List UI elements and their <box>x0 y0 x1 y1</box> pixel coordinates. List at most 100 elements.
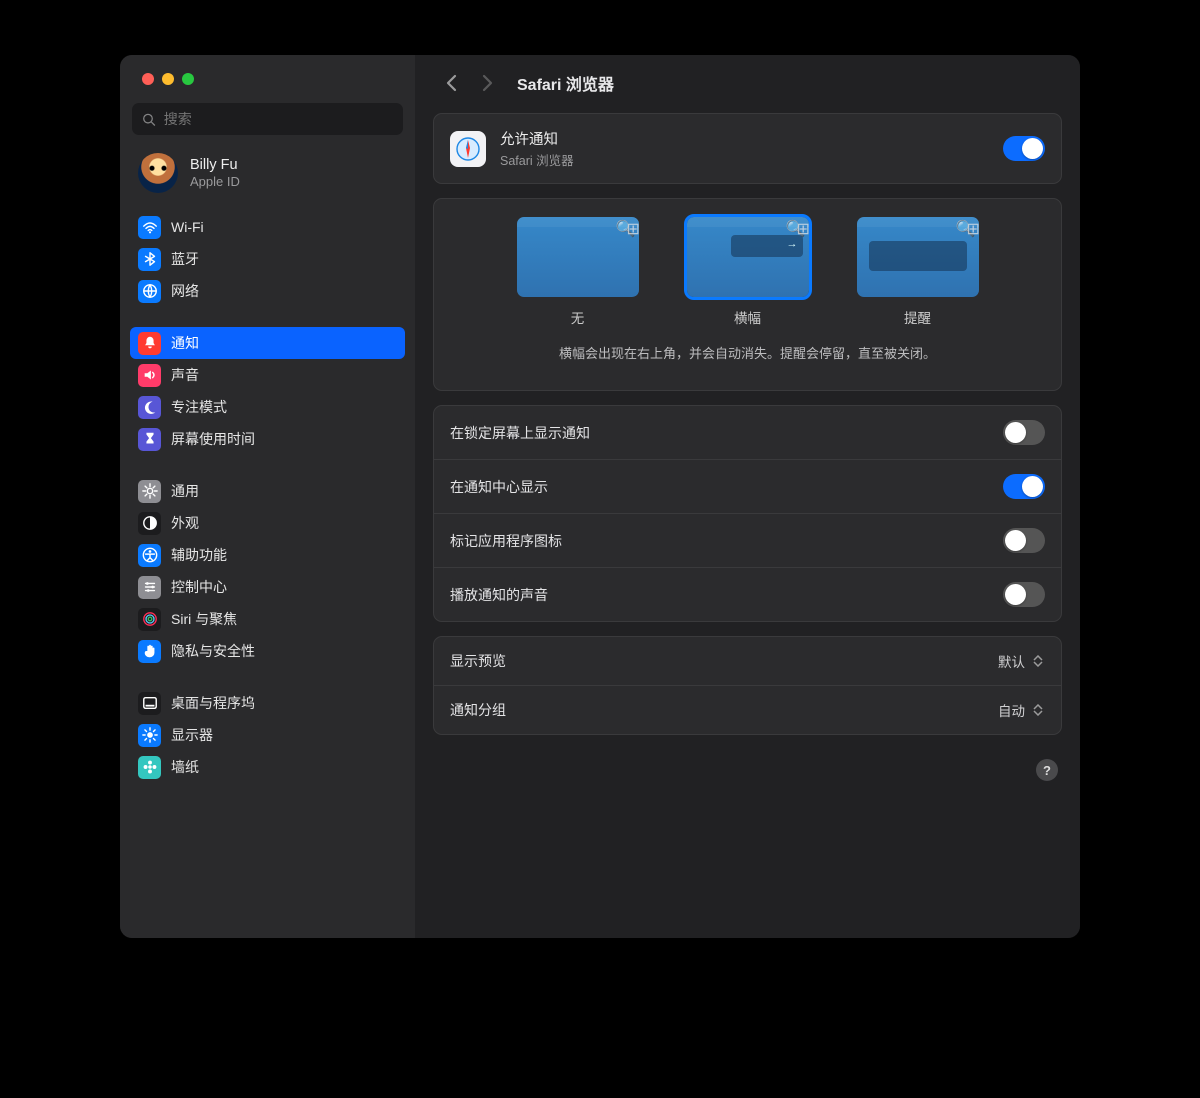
accessibility-icon <box>138 544 161 567</box>
option-toggle[interactable] <box>1003 582 1045 607</box>
option-label: 播放通知的声音 <box>450 585 548 605</box>
sidebar: Billy Fu Apple ID Wi-Fi 蓝牙网络通知声音专注模式屏幕使用时… <box>120 55 415 938</box>
sidebar-item-brightness[interactable]: 显示器 <box>130 719 405 751</box>
apple-id-row[interactable]: Billy Fu Apple ID <box>120 145 415 211</box>
help-row: ? <box>433 749 1062 781</box>
allow-sub: Safari 浏览器 <box>500 150 574 169</box>
sidebar-item-sliders[interactable]: 控制中心 <box>130 571 405 603</box>
select-label: 显示预览 <box>450 651 506 671</box>
window-controls <box>120 55 415 85</box>
help-button[interactable]: ? <box>1036 759 1058 781</box>
search-icon <box>142 112 156 127</box>
sidebar-item-accessibility[interactable]: 辅助功能 <box>130 539 405 571</box>
sidebar-item-moon[interactable]: 专注模式 <box>130 391 405 423</box>
profile-name: Billy Fu <box>190 157 240 173</box>
profile-sub: Apple ID <box>190 174 240 189</box>
sidebar-item-label: 通知 <box>171 333 199 353</box>
alert-style-label: 提醒 <box>904 307 931 327</box>
sidebar-item-label: 专注模式 <box>171 397 227 417</box>
alert-style-alert[interactable]: 🔍⊞ 提醒 <box>857 217 979 327</box>
sidebar-item-speaker[interactable]: 声音 <box>130 359 405 391</box>
hand-icon <box>138 640 161 663</box>
sidebar-item-bluetooth[interactable]: 蓝牙 <box>130 243 405 275</box>
alert-style-card: 🔍⊞ 无 🔍⊞ 横幅 🔍⊞ 提醒 横幅会出现在右上角，并会自动消失。提醒会停留，… <box>433 198 1062 391</box>
alert-style-thumb: 🔍⊞ <box>517 217 639 297</box>
alert-style-label: 横幅 <box>734 307 761 327</box>
sidebar-item-label: 网络 <box>171 281 199 301</box>
sidebar-item-label: 隐私与安全性 <box>171 641 255 661</box>
zoom-button[interactable] <box>182 73 194 85</box>
sidebar-item-hand[interactable]: 隐私与安全性 <box>130 635 405 667</box>
sidebar-item-label: Wi-Fi <box>171 219 204 235</box>
alert-style-thumb: 🔍⊞ <box>687 217 809 297</box>
stepper-icon <box>1031 704 1045 716</box>
stepper-icon <box>1031 655 1045 667</box>
flower-icon <box>138 756 161 779</box>
avatar <box>138 153 178 193</box>
alert-style-none[interactable]: 🔍⊞ 无 <box>517 217 639 327</box>
sliders-icon <box>138 576 161 599</box>
sidebar-item-dock[interactable]: 桌面与程序坞 <box>130 687 405 719</box>
sidebar-item-flower[interactable]: 墙纸 <box>130 751 405 783</box>
option-row: 在锁定屏幕上显示通知 <box>434 406 1061 459</box>
moon-icon <box>138 396 161 419</box>
allow-title: 允许通知 <box>500 128 574 149</box>
forward-button[interactable] <box>473 69 501 97</box>
sidebar-item-label: 墙纸 <box>171 757 199 777</box>
content-pane: Safari 浏览器 允许通知 Safari 浏览器 <box>415 55 1080 938</box>
option-label: 在通知中心显示 <box>450 477 548 497</box>
preferences-window: Billy Fu Apple ID Wi-Fi 蓝牙网络通知声音专注模式屏幕使用时… <box>120 55 1080 938</box>
sidebar-item-bell[interactable]: 通知 <box>130 327 405 359</box>
options-card: 在锁定屏幕上显示通知 在通知中心显示 标记应用程序图标 播放通知的声音 <box>433 405 1062 622</box>
select-row: 显示预览 默认 <box>434 637 1061 685</box>
alert-style-banner[interactable]: 🔍⊞ 横幅 <box>687 217 809 327</box>
option-toggle[interactable] <box>1003 474 1045 499</box>
sidebar-item-appearance[interactable]: 外观 <box>130 507 405 539</box>
speaker-icon <box>138 364 161 387</box>
siri-icon <box>138 608 161 631</box>
alert-style-label: 无 <box>571 307 585 327</box>
close-button[interactable] <box>142 73 154 85</box>
sidebar-item-label: 显示器 <box>171 725 213 745</box>
option-row: 播放通知的声音 <box>434 567 1061 621</box>
selects-card: 显示预览 默认 通知分组 自动 <box>433 636 1062 735</box>
sidebar-item-globe[interactable]: 网络 <box>130 275 405 307</box>
sidebar-item-label: 桌面与程序坞 <box>171 693 255 713</box>
option-toggle[interactable] <box>1003 420 1045 445</box>
allow-notifications-card: 允许通知 Safari 浏览器 <box>433 113 1062 184</box>
sidebar-item-wifi[interactable]: Wi-Fi <box>130 211 405 243</box>
gear-icon <box>138 480 161 503</box>
minimize-button[interactable] <box>162 73 174 85</box>
wifi-icon <box>138 216 161 239</box>
sidebar-item-siri[interactable]: Siri 与聚焦 <box>130 603 405 635</box>
select-row: 通知分组 自动 <box>434 685 1061 734</box>
safari-icon <box>450 131 486 167</box>
select-label: 通知分组 <box>450 700 506 720</box>
sidebar-item-label: 辅助功能 <box>171 545 227 565</box>
content-header: Safari 浏览器 <box>415 55 1080 107</box>
back-button[interactable] <box>437 69 465 97</box>
search-field[interactable] <box>132 103 403 135</box>
select-value[interactable]: 自动 <box>998 700 1045 720</box>
appearance-icon <box>138 512 161 535</box>
dock-icon <box>138 692 161 715</box>
brightness-icon <box>138 724 161 747</box>
sidebar-item-hourglass[interactable]: 屏幕使用时间 <box>130 423 405 455</box>
sidebar-item-label: 控制中心 <box>171 577 227 597</box>
search-input[interactable] <box>164 111 393 127</box>
sidebar-item-gear[interactable]: 通用 <box>130 475 405 507</box>
option-toggle[interactable] <box>1003 528 1045 553</box>
chevron-left-icon <box>446 74 457 92</box>
sidebar-item-label: 声音 <box>171 365 199 385</box>
bluetooth-icon <box>138 248 161 271</box>
select-value[interactable]: 默认 <box>998 651 1045 671</box>
allow-notifications-toggle[interactable] <box>1003 136 1045 161</box>
option-label: 标记应用程序图标 <box>450 531 562 551</box>
sidebar-item-label: 蓝牙 <box>171 249 199 269</box>
bell-icon <box>138 332 161 355</box>
sidebar-item-label: 屏幕使用时间 <box>171 429 255 449</box>
globe-icon <box>138 280 161 303</box>
option-label: 在锁定屏幕上显示通知 <box>450 423 590 443</box>
alert-style-description: 横幅会出现在右上角，并会自动消失。提醒会停留，直至被关闭。 <box>434 327 1061 380</box>
option-row: 标记应用程序图标 <box>434 513 1061 567</box>
